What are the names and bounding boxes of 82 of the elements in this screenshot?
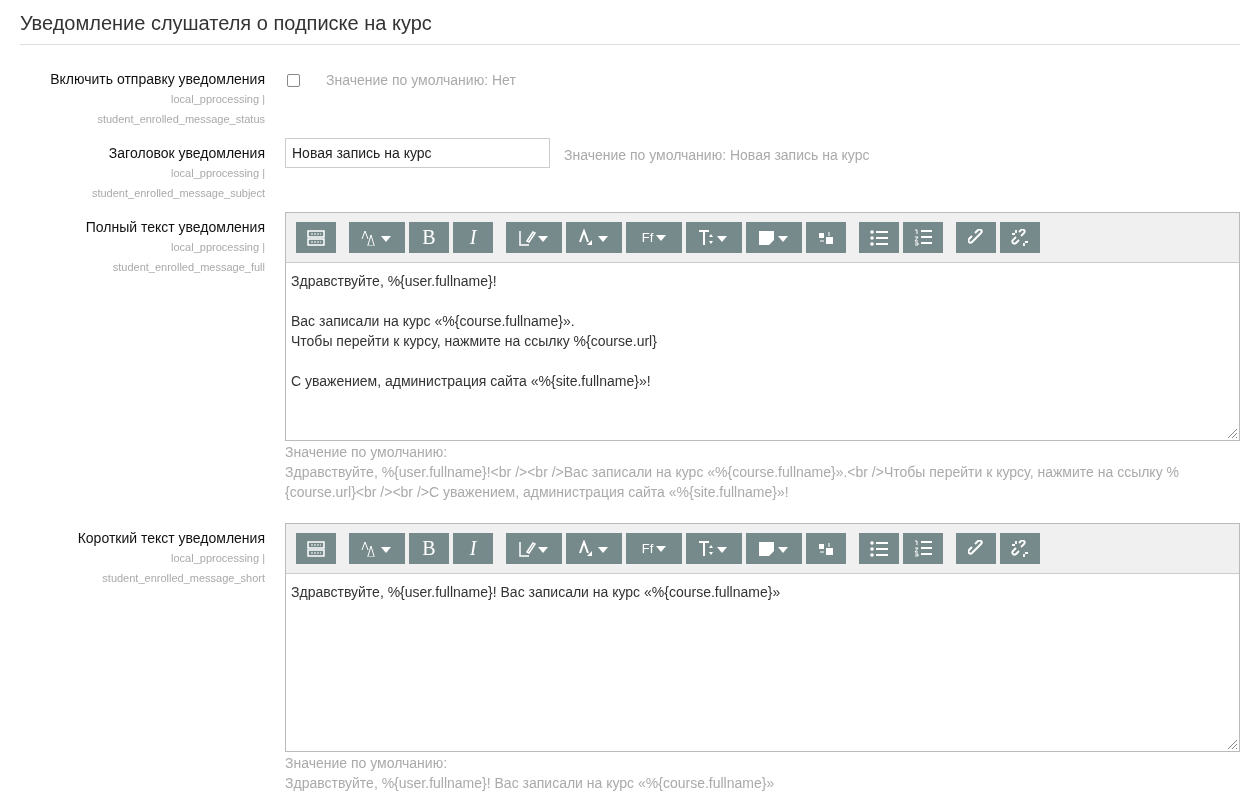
symbols-icon xyxy=(818,230,834,245)
unlink-icon xyxy=(1011,539,1029,558)
font-size-icon xyxy=(361,229,393,246)
unlink-button[interactable] xyxy=(1000,222,1040,253)
link-button[interactable] xyxy=(956,222,996,253)
unlink-button[interactable] xyxy=(1000,533,1040,564)
plugin-name: local_pprocessing | xyxy=(171,240,265,255)
ol-button[interactable] xyxy=(903,222,943,253)
pen-icon xyxy=(518,539,550,558)
editor-text: Здравствуйте, %{user.fullname}! Вас записали на курс «%{course.fullname}» xyxy=(291,583,782,602)
size-button[interactable] xyxy=(686,533,742,564)
bullet-list-icon xyxy=(870,229,888,246)
section-heading: Уведомление слушателя о подписке на курс xyxy=(20,10,1240,45)
setting-label: Полный текст уведомления xyxy=(85,218,265,237)
resize-handle-icon[interactable] xyxy=(1227,739,1238,750)
setting-name: student_enrolled_message_subject xyxy=(91,186,265,201)
pen-button[interactable] xyxy=(506,533,562,564)
setting-label: Включить отправку уведомления xyxy=(50,70,265,89)
text-height-icon xyxy=(698,539,730,558)
size-button[interactable] xyxy=(686,222,742,253)
caret-icon xyxy=(656,545,667,552)
bold-button[interactable]: B xyxy=(409,222,449,253)
default-value: Здравствуйте, %{user.fullname}!<br /><br />Вас записали на курс «%{course.fullname}».<br />Чтобы перейти к курсу, нажмите на ссылку %{course.url}<br /><br />С уважением, администрация сайта «%{site.fullname}»! xyxy=(285,463,1180,502)
ul-button[interactable] xyxy=(859,533,899,564)
default-label: Значение по умолчанию: xyxy=(285,754,449,773)
text-editor[interactable]: B I Ff Здравствуйте, %{user.fullname}! Вас записали на курс «%{course.fullname}». Чтобы перейти к курсу, нажмите на ссылку %{course.url} С уважением, администрация сайта «%{site.fullname}»! xyxy=(285,212,1240,441)
font-family-button[interactable]: Ff xyxy=(626,222,682,253)
ol-button[interactable] xyxy=(903,533,943,564)
highlighter-icon xyxy=(758,539,790,558)
special-button[interactable] xyxy=(806,222,846,253)
resize-handle-icon[interactable] xyxy=(1227,428,1238,439)
highlight-button[interactable] xyxy=(746,222,802,253)
font-family-button[interactable]: Ff xyxy=(626,533,682,564)
style-button[interactable] xyxy=(349,533,405,564)
keyboard-icon xyxy=(307,540,325,557)
fontcolor-button[interactable] xyxy=(566,533,622,564)
bullet-list-icon xyxy=(870,540,888,557)
default-value: Значение по умолчанию: Нет xyxy=(326,71,516,90)
numbered-list-icon xyxy=(914,540,932,557)
italic-button[interactable]: I xyxy=(453,222,493,253)
font-size-icon xyxy=(361,540,393,557)
default-value: Значение по умолчанию: Новая запись на курс xyxy=(564,147,870,163)
pen-button[interactable] xyxy=(506,222,562,253)
checkbox[interactable] xyxy=(287,74,300,87)
default-label: Значение по умолчанию: xyxy=(285,443,449,462)
symbols-icon xyxy=(818,541,834,556)
bold-button[interactable]: B xyxy=(409,533,449,564)
highlighter-icon xyxy=(758,228,790,247)
font-color-icon xyxy=(578,228,610,247)
editor-text: Вас записали на курс «%{course.fullname}». xyxy=(291,312,576,331)
setting-label: Короткий текст уведомления xyxy=(77,529,265,548)
plugin-name: local_pprocessing | xyxy=(171,551,265,566)
highlight-button[interactable] xyxy=(746,533,802,564)
text-editor[interactable]: B I Ff Здравствуйте, %{user.fullname}! Вас записали на курс «%{course.fullname}» xyxy=(285,523,1240,752)
setting-name: student_enrolled_message_short xyxy=(102,571,265,586)
link-button[interactable] xyxy=(956,533,996,564)
keyboard-icon xyxy=(307,229,325,246)
html-button[interactable] xyxy=(296,533,336,564)
text-height-icon xyxy=(698,228,730,247)
link-icon xyxy=(967,229,985,246)
editor-text: Чтобы перейти к курсу, нажмите на ссылку %{course.url} xyxy=(291,332,658,351)
link-icon xyxy=(967,540,985,557)
plugin-name: local_pprocessing | xyxy=(171,92,265,107)
font-color-icon xyxy=(578,539,610,558)
subject-input[interactable]: Новая запись на курс xyxy=(285,138,550,168)
setting-label: Заголовок уведомления xyxy=(108,144,265,163)
fontcolor-button[interactable] xyxy=(566,222,622,253)
html-button[interactable] xyxy=(296,222,336,253)
editor-text: Здравствуйте, %{user.fullname}! xyxy=(291,272,498,291)
caret-icon xyxy=(656,234,667,241)
ul-button[interactable] xyxy=(859,222,899,253)
setting-name: student_enrolled_message_full xyxy=(112,260,265,275)
italic-button[interactable]: I xyxy=(453,533,493,564)
plugin-name: local_pprocessing | xyxy=(171,166,265,181)
special-button[interactable] xyxy=(806,533,846,564)
pen-icon xyxy=(518,228,550,247)
unlink-icon xyxy=(1011,228,1029,247)
editor-text: С уважением, администрация сайта «%{site.fullname}»! xyxy=(291,372,652,391)
setting-name: student_enrolled_message_status xyxy=(97,112,265,127)
default-value: Здравствуйте, %{user.fullname}! Вас записали на курс «%{course.fullname}» xyxy=(285,774,776,793)
style-button[interactable] xyxy=(349,222,405,253)
numbered-list-icon xyxy=(914,229,932,246)
